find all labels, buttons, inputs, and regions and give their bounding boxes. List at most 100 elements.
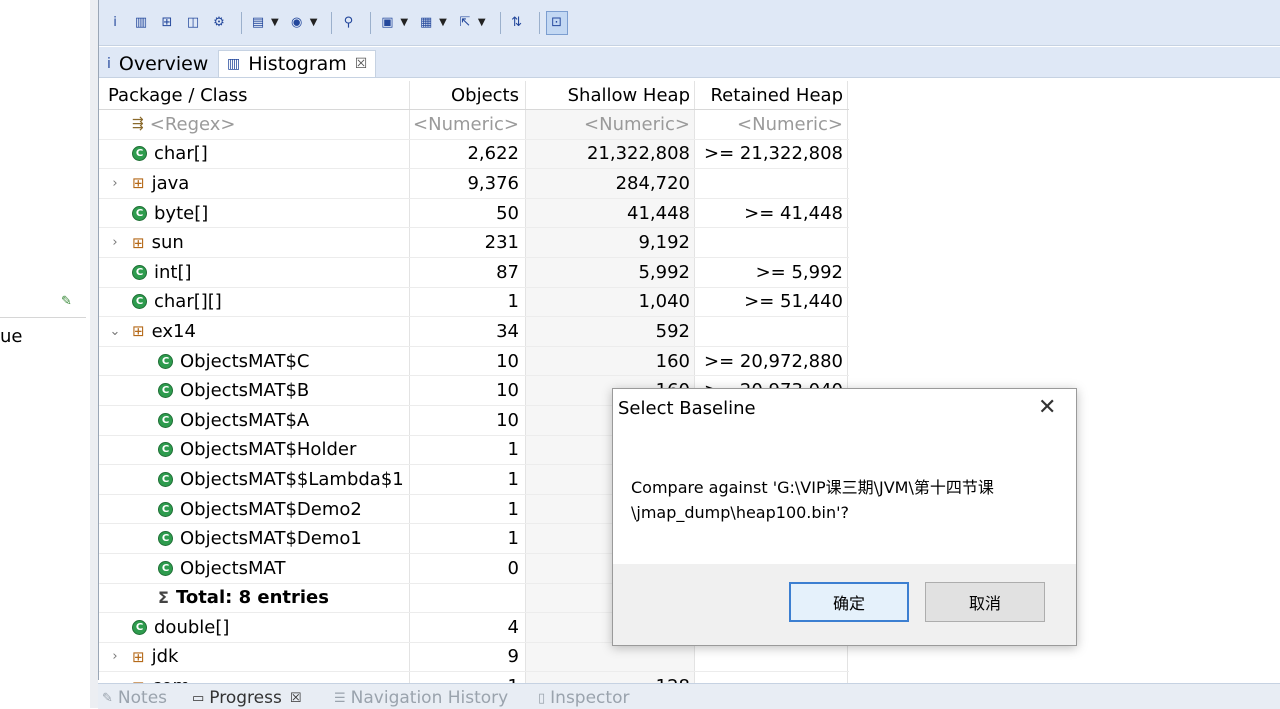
row-retained: >= 20,972,880 [695, 346, 848, 376]
retained-filter-input[interactable]: <Numeric> [695, 110, 848, 139]
pane-gutter [90, 0, 98, 708]
column-header-objects[interactable]: Objects [410, 81, 526, 109]
table-row[interactable]: C ObjectsMAT$C 10 160 >= 20,972,880 [99, 346, 849, 377]
toolbar-separator [370, 11, 372, 34]
histogram-icon[interactable]: ▥ [131, 12, 151, 34]
row-name: ObjectsMAT$A [180, 409, 310, 431]
dialog-footer: 确定 取消 [613, 564, 1076, 645]
table-row[interactable]: › ⊞ sun 231 9,192 [99, 228, 849, 258]
row-name: Total: 8 entries [175, 587, 329, 609]
row-objects: 9 [410, 642, 526, 672]
compare-to-baseline-icon[interactable]: ⇅ [507, 12, 527, 34]
table-row[interactable]: › ⊞ java 9,376 284,720 [99, 169, 849, 199]
row-retained [695, 228, 848, 257]
close-icon[interactable]: ☒ [355, 56, 368, 72]
shallow-filter-input[interactable]: <Numeric> [526, 110, 695, 139]
table-row[interactable]: Cchar[] 2,622 21,322,808 >= 21,322,808 [99, 139, 849, 170]
objects-filter-input[interactable]: <Numeric> [410, 110, 526, 139]
row-shallow: 5,992 [526, 257, 695, 287]
select-baseline-dialog: Select Baseline ✕ Compare against 'G:\VI… [612, 388, 1077, 646]
row-retained [695, 169, 848, 198]
pin-icon[interactable]: ✎ [61, 294, 72, 309]
column-header-shallow-heap[interactable]: Shallow Heap [526, 81, 695, 109]
class-icon: C [158, 383, 173, 399]
tab-label: Progress [209, 688, 282, 708]
chevron-down-icon[interactable]: ▼ [310, 17, 318, 28]
table-row[interactable]: Cbyte[] 50 41,448 >= 41,448 [99, 198, 849, 229]
row-objects: 0 [410, 553, 526, 583]
close-icon[interactable]: ✕ [1038, 395, 1056, 420]
row-name: byte[] [154, 202, 209, 224]
table-row[interactable]: ⌄ ⊞ ex14 34 592 [99, 317, 849, 347]
chevron-down-icon[interactable]: ▼ [439, 17, 447, 28]
row-objects: 34 [410, 317, 526, 346]
table-row[interactable]: › ⊞ jdk 9 [99, 642, 849, 673]
filter-icon: ⇶ [132, 116, 144, 133]
table-row[interactable]: Cint[] 87 5,992 >= 5,992 [99, 257, 849, 288]
toolbar-separator [331, 11, 333, 34]
class-icon: C [158, 412, 173, 428]
dialog-message-line: \jmap_dump\heap100.bin'? [631, 503, 850, 522]
row-objects: 1 [410, 435, 526, 465]
tab-label: Histogram [248, 53, 347, 75]
progress-icon: ▭ [192, 690, 205, 706]
class-icon: C [132, 264, 147, 280]
export-icon[interactable]: ⇱ [455, 12, 475, 34]
query-browser-icon[interactable]: ◉ [287, 12, 307, 34]
close-icon[interactable]: ☒ [290, 691, 302, 706]
row-shallow: 160 [526, 346, 695, 376]
row-objects: 10 [410, 346, 526, 376]
dialog-message-line: Compare against 'G:\VIP课三期\JVM\第十四节课 [631, 478, 994, 497]
search-icon[interactable]: ⚲ [338, 12, 358, 34]
table-header-row: Package / Class Objects Shallow Heap Ret… [99, 81, 849, 110]
class-icon: C [158, 501, 173, 517]
row-name: jdk [151, 646, 179, 668]
left-pane-divider [0, 317, 86, 318]
ok-button[interactable]: 确定 [789, 582, 909, 622]
expand-icon[interactable]: › [108, 235, 122, 250]
row-objects: 1 [410, 524, 526, 553]
row-objects: 10 [410, 405, 526, 435]
tab-label: Navigation History [350, 688, 509, 708]
oql-icon[interactable]: ◫ [183, 12, 203, 34]
sigma-icon: Σ [158, 588, 169, 608]
row-objects: 1 [410, 287, 526, 317]
regex-filter-input[interactable]: <Regex> [150, 114, 236, 135]
chevron-down-icon[interactable]: ▼ [271, 17, 279, 28]
tab-histogram[interactable]: ▥ Histogram ☒ [218, 50, 377, 77]
filter-row: ⇶ <Regex> <Numeric> <Numeric> <Numeric> [99, 110, 849, 140]
cancel-button[interactable]: 取消 [925, 582, 1045, 622]
thread-overview-icon[interactable]: ⚙ [209, 12, 229, 34]
pinned-toggle-icon[interactable]: ⊡ [545, 10, 568, 35]
expand-icon[interactable]: › [108, 649, 122, 664]
run-report-icon[interactable]: ▤ [248, 12, 268, 34]
group-by-icon[interactable]: ▣ [377, 12, 397, 34]
column-header-package-class[interactable]: Package / Class [99, 81, 410, 109]
collapse-icon[interactable]: ⌄ [108, 324, 122, 339]
row-retained [695, 642, 848, 672]
tab-notes[interactable]: ✎ Notes [102, 688, 167, 708]
row-shallow: 284,720 [526, 169, 695, 198]
chevron-down-icon[interactable]: ▼ [478, 17, 486, 28]
package-icon: ⊞ [132, 647, 145, 666]
tab-label: Notes [117, 688, 168, 708]
tab-inspector[interactable]: ▯ Inspector [538, 688, 629, 708]
row-shallow: 592 [526, 317, 695, 346]
table-row[interactable]: Cchar[][] 1 1,040 >= 51,440 [99, 287, 849, 318]
regex-filter-cell[interactable]: ⇶ <Regex> [99, 110, 410, 139]
row-retained [695, 317, 848, 346]
row-retained: >= 5,992 [695, 257, 848, 287]
expand-icon[interactable]: › [108, 176, 122, 191]
package-icon: ⊞ [132, 322, 145, 341]
tab-overview[interactable]: i Overview [99, 50, 216, 77]
package-icon: ⊞ [132, 233, 145, 252]
editor-toolbar: i ▥ ⊞ ◫ ⚙ ▤ ▼ ◉ ▼ ⚲ ▣ ▼ ▦ ▼ ⇱ ▼ ⇅ ⊡ [99, 0, 1280, 46]
info-icon[interactable]: i [105, 12, 125, 34]
dominator-tree-icon[interactable]: ⊞ [157, 12, 177, 34]
row-name: ex14 [151, 320, 196, 342]
column-header-retained-heap[interactable]: Retained Heap [695, 81, 848, 109]
chevron-down-icon[interactable]: ▼ [400, 17, 408, 28]
tab-navigation-history[interactable]: ☰ Navigation History [334, 688, 508, 708]
calculate-retained-icon[interactable]: ▦ [416, 12, 436, 34]
tab-progress[interactable]: ▭ Progress ☒ [192, 688, 302, 708]
